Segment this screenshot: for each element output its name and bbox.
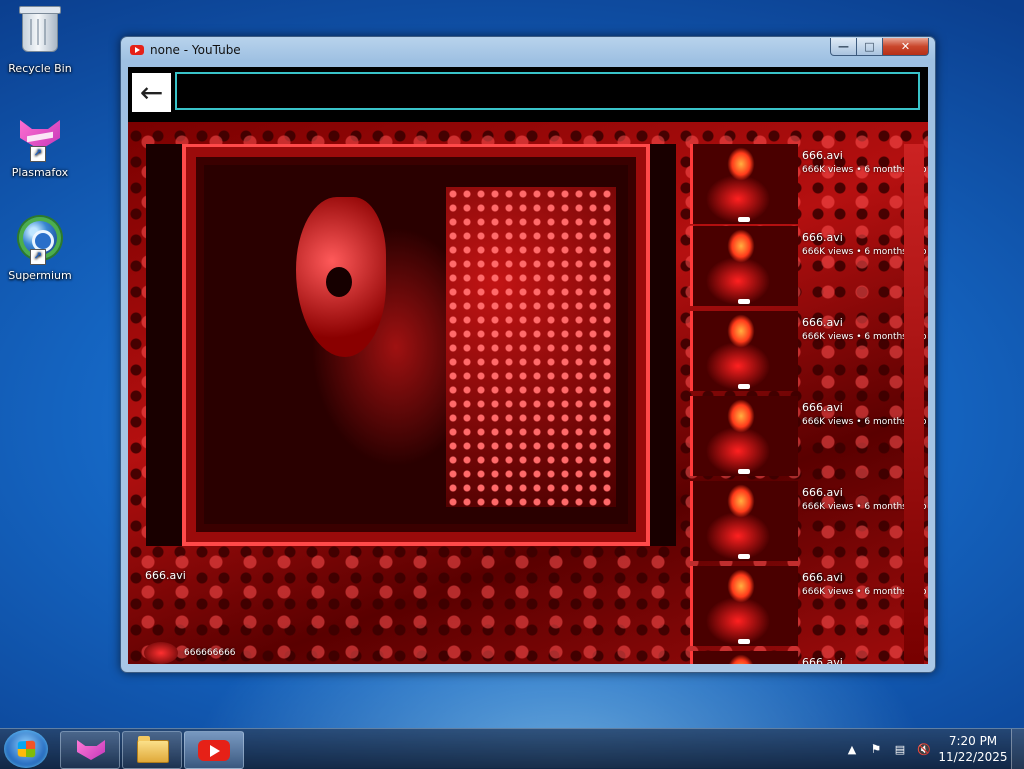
- show-desktop-button[interactable]: [1011, 729, 1024, 769]
- video-thumbnail[interactable]: [690, 311, 798, 391]
- related-video-title[interactable]: 666.avi: [802, 571, 843, 584]
- plasmafox-icon: [77, 740, 105, 760]
- system-tray: ▲ ⚑ ▤ 🔇: [844, 729, 932, 769]
- youtube-logo-icon: [198, 740, 230, 761]
- channel-avatar[interactable]: [144, 642, 178, 664]
- shortcut-arrow-icon: ↗: [30, 146, 46, 162]
- back-button[interactable]: ←: [132, 73, 171, 112]
- related-video-item[interactable]: 666.avi 666K views • 6 months ago: [690, 144, 926, 226]
- related-video-title[interactable]: 666.avi: [802, 486, 843, 499]
- window-controls: — □ ✕: [830, 38, 929, 56]
- channel-name[interactable]: 666666666: [184, 648, 236, 658]
- video-thumbnail[interactable]: [690, 481, 798, 561]
- desktop-icon-label: Supermium: [8, 269, 72, 282]
- video-title: 666.avi: [145, 569, 186, 582]
- shortcut-arrow-icon: ↗: [30, 249, 46, 265]
- volume-muted-icon[interactable]: 🔇: [916, 741, 932, 757]
- clock[interactable]: 7:20 PM 11/22/2025: [932, 733, 1014, 765]
- start-button[interactable]: [4, 730, 48, 768]
- desktop-icon-plasmafox[interactable]: ↗ Plasmafox: [0, 110, 80, 179]
- taskbar: ▲ ⚑ ▤ 🔇 7:20 PM 11/22/2025: [0, 728, 1024, 769]
- video-thumbnail[interactable]: [690, 396, 798, 476]
- minimize-button[interactable]: —: [830, 38, 857, 56]
- title-bar[interactable]: none - YouTube — □ ✕: [121, 37, 935, 65]
- url-input[interactable]: [175, 72, 920, 110]
- browser-content: ← 666.avi 666666666 666.avi 666K views •…: [128, 67, 928, 664]
- folder-icon: [137, 736, 169, 763]
- taskbar-youtube[interactable]: [184, 731, 244, 769]
- video-thumbnail[interactable]: [690, 144, 798, 224]
- desktop-icon-label: Plasmafox: [11, 166, 69, 179]
- browser-window: none - YouTube — □ ✕ ← 666.avi 666666666: [120, 36, 936, 673]
- show-hidden-icons-button[interactable]: ▲: [844, 741, 860, 757]
- action-center-icon[interactable]: ⚑: [868, 741, 884, 757]
- page-edge-decoration: [904, 144, 924, 664]
- video-thumbnail[interactable]: [690, 226, 798, 306]
- desktop-icon-recycle-bin[interactable]: Recycle Bin: [0, 6, 80, 75]
- maximize-button[interactable]: □: [857, 38, 883, 56]
- clock-date: 11/22/2025: [938, 750, 1008, 764]
- related-video-item[interactable]: 666.avi 666K views • 6 months ago: [690, 481, 926, 563]
- taskbar-plasmafox[interactable]: [60, 731, 120, 769]
- taskbar-file-explorer[interactable]: [122, 731, 182, 769]
- related-video-title[interactable]: 666.avi: [802, 401, 843, 414]
- related-video-item[interactable]: 666.avi: [690, 651, 902, 664]
- supermium-icon: ↗: [16, 217, 64, 265]
- back-arrow-icon: ←: [139, 75, 164, 109]
- close-button[interactable]: ✕: [883, 38, 929, 56]
- video-thumbnail[interactable]: [690, 651, 798, 664]
- video-frame: [186, 147, 646, 542]
- desktop-icon-label: Recycle Bin: [8, 62, 72, 75]
- related-video-item[interactable]: 666.avi 666K views • 6 months ago: [690, 566, 926, 648]
- related-video-title[interactable]: 666.avi: [802, 656, 843, 664]
- recycle-bin-icon: [16, 6, 64, 58]
- network-icon[interactable]: ▤: [892, 741, 908, 757]
- related-video-title[interactable]: 666.avi: [802, 316, 843, 329]
- video-thumbnail[interactable]: [690, 566, 798, 646]
- window-title: none - YouTube: [150, 43, 241, 57]
- plasmafox-icon: ↗: [16, 114, 64, 162]
- related-videos-list: 666.avi 666K views • 6 months ago 666.av…: [690, 144, 926, 664]
- related-video-item[interactable]: 666.avi 666K views • 6 months ago: [690, 311, 926, 393]
- clock-time: 7:20 PM: [948, 734, 998, 748]
- related-video-title[interactable]: 666.avi: [802, 149, 843, 162]
- video-player[interactable]: [146, 144, 676, 546]
- related-video-item[interactable]: 666.avi 666K views • 6 months ago: [690, 396, 926, 478]
- related-video-item[interactable]: 666.avi 666K views • 6 months ago: [690, 226, 926, 308]
- youtube-page: 666.avi 666666666 666.avi 666K views • 6…: [128, 122, 928, 664]
- desktop-icon-supermium[interactable]: ↗ Supermium: [0, 214, 80, 282]
- related-video-title[interactable]: 666.avi: [802, 231, 843, 244]
- youtube-logo-icon: [130, 45, 144, 55]
